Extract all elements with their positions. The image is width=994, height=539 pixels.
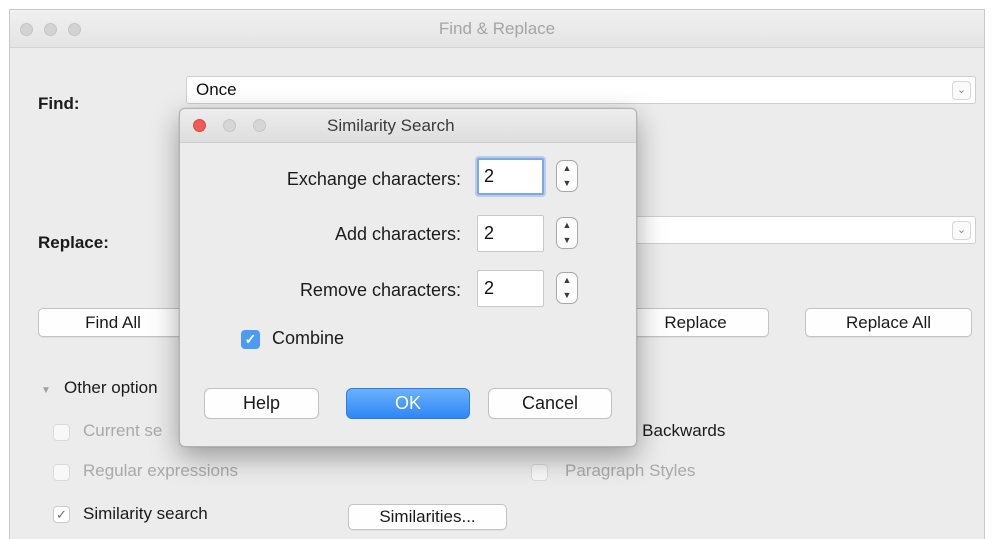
find-combobox[interactable]: Once ⌄	[186, 76, 976, 104]
combine-label: Combine	[272, 328, 345, 348]
current-selection-label: Current se	[83, 421, 163, 440]
stepper-down-icon[interactable]: ▼	[557, 176, 577, 191]
current-selection-checkbox[interactable]	[53, 424, 70, 441]
help-button[interactable]: Help	[204, 388, 319, 419]
replace-all-button[interactable]: Replace All	[805, 308, 972, 337]
disclosure-triangle-icon[interactable]: ▼	[41, 385, 51, 396]
stepper-down-icon[interactable]: ▼	[557, 288, 577, 303]
regular-expressions-label: Regular expressions	[83, 461, 238, 480]
add-characters-label: Add characters:	[334, 224, 461, 244]
similarity-search-dialog: Similarity Search Exchange characters: 2…	[179, 108, 637, 447]
similarity-search-checkbox[interactable]: ✓	[53, 506, 70, 523]
stepper-up-icon[interactable]: ▲	[557, 218, 577, 233]
similarities-button[interactable]: Similarities...	[348, 504, 507, 530]
find-label: Find:	[38, 94, 80, 113]
other-options-label[interactable]: Other option	[64, 378, 158, 398]
find-value: Once	[196, 80, 237, 99]
remove-characters-input[interactable]: 2	[477, 270, 544, 307]
add-characters-stepper[interactable]: ▲ ▼	[556, 217, 578, 249]
chevron-down-icon[interactable]: ⌄	[952, 81, 971, 100]
chevron-down-icon[interactable]: ⌄	[952, 221, 971, 240]
exchange-characters-label: Exchange characters:	[286, 169, 461, 189]
remove-characters-label: Remove characters:	[299, 280, 461, 300]
dialog-titlebar: Similarity Search	[180, 109, 636, 143]
window-titlebar: Find & Replace	[10, 10, 984, 48]
similarity-search-label: Similarity search	[83, 504, 208, 523]
ok-button[interactable]: OK	[346, 388, 470, 419]
remove-characters-stepper[interactable]: ▲ ▼	[556, 272, 578, 304]
window-title: Find & Replace	[438, 19, 556, 38]
cancel-button[interactable]: Cancel	[488, 388, 612, 419]
replace-button[interactable]: Replace	[622, 308, 769, 337]
dialog-title: Similarity Search	[327, 116, 455, 135]
regular-expressions-checkbox[interactable]	[53, 464, 70, 481]
exchange-characters-stepper[interactable]: ▲ ▼	[556, 160, 578, 192]
stepper-down-icon[interactable]: ▼	[557, 233, 577, 248]
combine-checkbox[interactable]: ✓	[241, 330, 260, 349]
stepper-up-icon[interactable]: ▲	[557, 161, 577, 176]
paragraph-styles-label: Paragraph Styles	[565, 461, 696, 480]
replace-label: Replace:	[38, 233, 109, 252]
find-all-button[interactable]: Find All	[38, 308, 188, 337]
add-characters-input[interactable]: 2	[477, 215, 544, 252]
exchange-characters-input[interactable]: 2	[477, 158, 544, 195]
stepper-up-icon[interactable]: ▲	[557, 273, 577, 288]
backwards-label: e Backwards	[628, 421, 726, 440]
paragraph-styles-checkbox[interactable]	[531, 464, 548, 481]
